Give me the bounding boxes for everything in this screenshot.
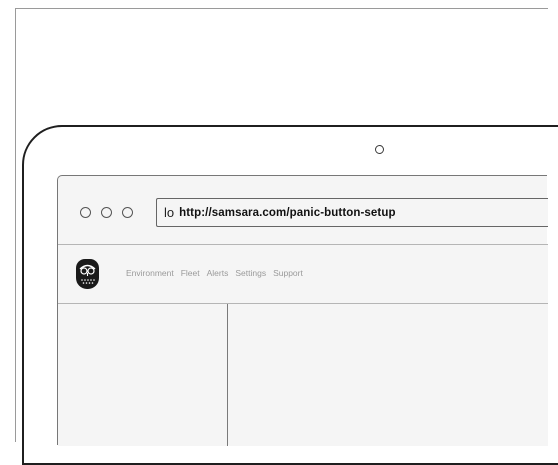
window-maximize-button[interactable] bbox=[122, 207, 133, 218]
nav-item-alerts[interactable]: Alerts bbox=[207, 268, 229, 278]
main-content bbox=[229, 304, 548, 446]
window-controls bbox=[80, 207, 133, 218]
address-bar[interactable]: lo http://samsara.com/panic-button-setup bbox=[156, 198, 548, 227]
nav-item-support[interactable]: Support bbox=[273, 268, 303, 278]
window-close-button[interactable] bbox=[80, 207, 91, 218]
address-bar-url[interactable]: http://samsara.com/panic-button-setup bbox=[179, 207, 395, 219]
owl-logo-icon[interactable] bbox=[76, 259, 99, 289]
app-navbar: Environment Fleet Alerts Settings Suppor… bbox=[58, 245, 548, 303]
nav-item-environment[interactable]: Environment bbox=[126, 268, 174, 278]
browser-window: lo http://samsara.com/panic-button-setup bbox=[57, 175, 548, 446]
camera-icon bbox=[375, 145, 384, 154]
nav-item-settings[interactable]: Settings bbox=[235, 268, 266, 278]
window-minimize-button[interactable] bbox=[101, 207, 112, 218]
nav-menu: Environment Fleet Alerts Settings Suppor… bbox=[126, 268, 303, 278]
address-bar-prefix: lo bbox=[164, 205, 175, 220]
nav-item-fleet[interactable]: Fleet bbox=[181, 268, 200, 278]
sidebar-panel bbox=[58, 304, 228, 446]
